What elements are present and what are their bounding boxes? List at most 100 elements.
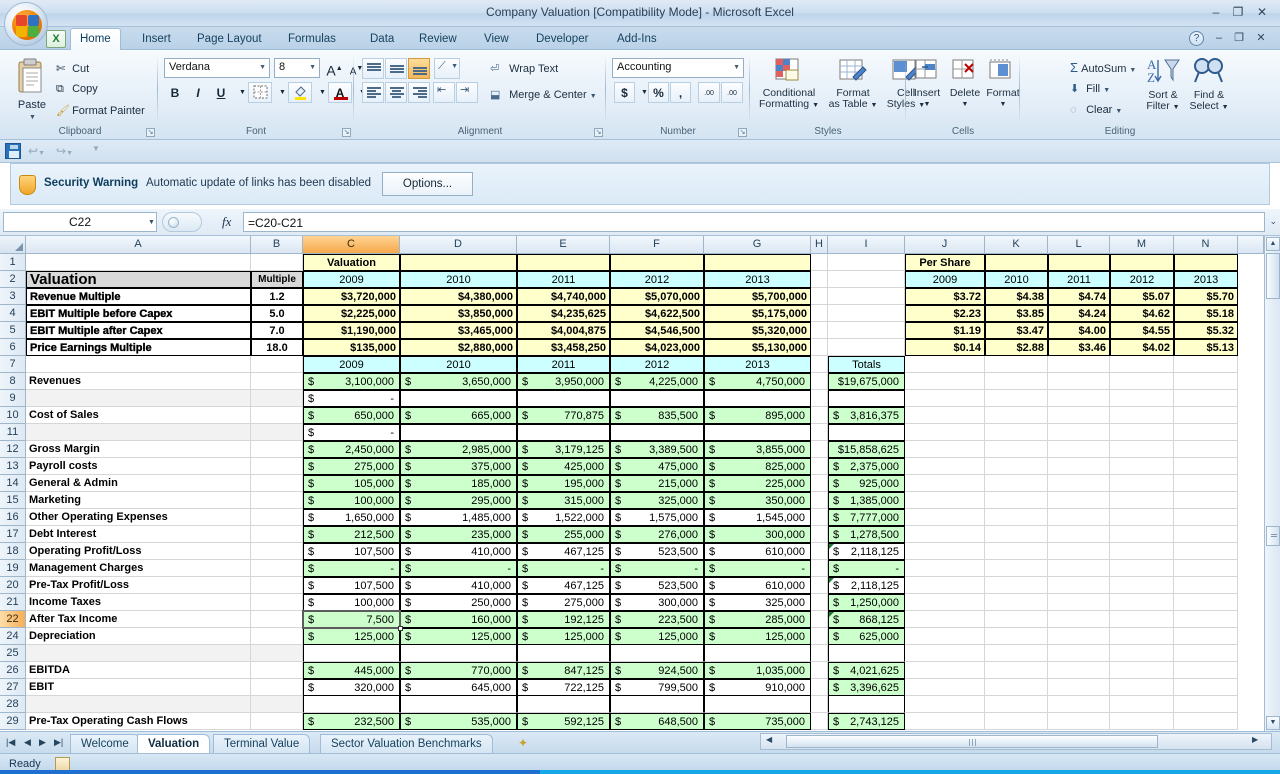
cell-C7[interactable]: 2009 bbox=[303, 356, 400, 373]
fill-handle[interactable] bbox=[398, 626, 403, 631]
cell-B15[interactable] bbox=[251, 492, 303, 509]
cell-J25[interactable] bbox=[905, 645, 985, 662]
font-name-combo[interactable]: Verdana ▼ bbox=[164, 58, 270, 78]
align-middle-button[interactable] bbox=[385, 58, 407, 79]
cell-N17[interactable] bbox=[1174, 526, 1238, 543]
cell-E17[interactable]: $255,000 bbox=[517, 526, 610, 543]
cell-D5[interactable]: $3,465,000 bbox=[400, 322, 517, 339]
cell-M18[interactable] bbox=[1110, 543, 1174, 560]
cell-L2[interactable]: 2011 bbox=[1048, 271, 1110, 288]
cell-K13[interactable] bbox=[985, 458, 1048, 475]
row-header-25[interactable]: 25 bbox=[0, 645, 26, 662]
cell-D15[interactable]: $295,000 bbox=[400, 492, 517, 509]
cell-K20[interactable] bbox=[985, 577, 1048, 594]
cell-F20[interactable]: $523,500 bbox=[610, 577, 704, 594]
scroll-up-icon[interactable]: ▲ bbox=[1266, 237, 1280, 251]
column-header-c[interactable]: C bbox=[303, 236, 400, 254]
cell-I29[interactable]: $2,743,125 bbox=[828, 713, 905, 730]
cell-C13[interactable]: $275,000 bbox=[303, 458, 400, 475]
cell-C22[interactable]: $7,500 bbox=[303, 611, 400, 628]
cell-G1[interactable] bbox=[704, 254, 811, 271]
cell-L7[interactable] bbox=[1048, 356, 1110, 373]
cell-D12[interactable]: $2,985,000 bbox=[400, 441, 517, 458]
align-top-button[interactable] bbox=[362, 58, 384, 79]
cell-K24[interactable] bbox=[985, 628, 1048, 645]
cell-J7[interactable] bbox=[905, 356, 985, 373]
row-header-15[interactable]: 15 bbox=[0, 492, 26, 509]
cell-H10[interactable] bbox=[811, 407, 828, 424]
row-header-27[interactable]: 27 bbox=[0, 679, 26, 696]
cell-L18[interactable] bbox=[1048, 543, 1110, 560]
fill-button[interactable]: ⬇ Fill ▼ bbox=[1070, 82, 1110, 95]
cell-G6[interactable]: $5,130,000 bbox=[704, 339, 811, 356]
cell-F2[interactable]: 2012 bbox=[610, 271, 704, 288]
cell-C14[interactable]: $105,000 bbox=[303, 475, 400, 492]
cell-K25[interactable] bbox=[985, 645, 1048, 662]
formula-input[interactable]: =C20-C21 bbox=[243, 212, 1265, 232]
cell-C24[interactable]: $125,000 bbox=[303, 628, 400, 645]
cell-G11[interactable] bbox=[704, 424, 811, 441]
cell-E3[interactable]: $4,740,000 bbox=[517, 288, 610, 305]
cell-A4[interactable]: EBIT Multiple before Capex bbox=[26, 305, 251, 322]
cell-E22[interactable]: $192,125 bbox=[517, 611, 610, 628]
cell-A1[interactable] bbox=[26, 254, 251, 271]
cell-J15[interactable] bbox=[905, 492, 985, 509]
cell-A25[interactable] bbox=[26, 645, 251, 662]
cell-H11[interactable] bbox=[811, 424, 828, 441]
cell-E10[interactable]: $770,875 bbox=[517, 407, 610, 424]
cell-L1[interactable] bbox=[1048, 254, 1110, 271]
cell-F28[interactable] bbox=[610, 696, 704, 713]
cell-J5[interactable]: $1.19 bbox=[905, 322, 985, 339]
decrease-indent-button[interactable]: ⇤ bbox=[433, 82, 455, 103]
cell-F1[interactable] bbox=[610, 254, 704, 271]
cell-D13[interactable]: $375,000 bbox=[400, 458, 517, 475]
cell-L14[interactable] bbox=[1048, 475, 1110, 492]
cell-I19[interactable]: $- bbox=[828, 560, 905, 577]
cell-N3[interactable]: $5.70 bbox=[1174, 288, 1238, 305]
cell-D16[interactable]: $1,485,000 bbox=[400, 509, 517, 526]
cell-M5[interactable]: $4.55 bbox=[1110, 322, 1174, 339]
cell-B11[interactable] bbox=[251, 424, 303, 441]
cell-H3[interactable] bbox=[811, 288, 828, 305]
cell-I25[interactable] bbox=[828, 645, 905, 662]
cell-F3[interactable]: $5,070,000 bbox=[610, 288, 704, 305]
cell-D29[interactable]: $535,000 bbox=[400, 713, 517, 730]
tab-formulas[interactable]: Formulas bbox=[279, 29, 345, 50]
cell-L15[interactable] bbox=[1048, 492, 1110, 509]
row-header-6[interactable]: 6 bbox=[0, 339, 26, 356]
cell-B18[interactable] bbox=[251, 543, 303, 560]
cell-J24[interactable] bbox=[905, 628, 985, 645]
cell-K17[interactable] bbox=[985, 526, 1048, 543]
expand-formula-bar-icon[interactable]: ⌄ bbox=[1269, 216, 1277, 227]
cell-F13[interactable]: $475,000 bbox=[610, 458, 704, 475]
cell-C2[interactable]: 2009 bbox=[303, 271, 400, 288]
cell-N21[interactable] bbox=[1174, 594, 1238, 611]
row-header-19[interactable]: 19 bbox=[0, 560, 26, 577]
cell-G8[interactable]: $4,750,000 bbox=[704, 373, 811, 390]
cell-J29[interactable] bbox=[905, 713, 985, 730]
cell-M19[interactable] bbox=[1110, 560, 1174, 577]
cell-I1[interactable] bbox=[828, 254, 905, 271]
cell-K9[interactable] bbox=[985, 390, 1048, 407]
cell-I21[interactable]: $1,250,000 bbox=[828, 594, 905, 611]
cell-J28[interactable] bbox=[905, 696, 985, 713]
cell-I7[interactable]: Totals bbox=[828, 356, 905, 373]
comma-format-button[interactable]: , bbox=[670, 82, 691, 103]
cell-G7[interactable]: 2013 bbox=[704, 356, 811, 373]
delete-cells-button[interactable]: Delete ▼ bbox=[946, 88, 984, 110]
cell-G20[interactable]: $610,000 bbox=[704, 577, 811, 594]
cell-D4[interactable]: $3,850,000 bbox=[400, 305, 517, 322]
cell-I15[interactable]: $1,385,000 bbox=[828, 492, 905, 509]
spreadsheet-grid[interactable]: ABCDEFGHIJKLMN 1234567891011121314151617… bbox=[0, 236, 1280, 731]
cell-I24[interactable]: $625,000 bbox=[828, 628, 905, 645]
clear-button[interactable]: ◌ Clear ▼ bbox=[1070, 104, 1122, 116]
column-header-k[interactable]: K bbox=[985, 236, 1048, 254]
cell-C16[interactable]: $1,650,000 bbox=[303, 509, 400, 526]
macro-record-icon[interactable] bbox=[55, 757, 70, 771]
orientation-button[interactable]: ⟋ ▼ bbox=[434, 58, 460, 79]
cell-K22[interactable] bbox=[985, 611, 1048, 628]
cell-K28[interactable] bbox=[985, 696, 1048, 713]
row-header-9[interactable]: 9 bbox=[0, 390, 26, 407]
cell-E8[interactable]: $3,950,000 bbox=[517, 373, 610, 390]
cell-N6[interactable]: $5.13 bbox=[1174, 339, 1238, 356]
